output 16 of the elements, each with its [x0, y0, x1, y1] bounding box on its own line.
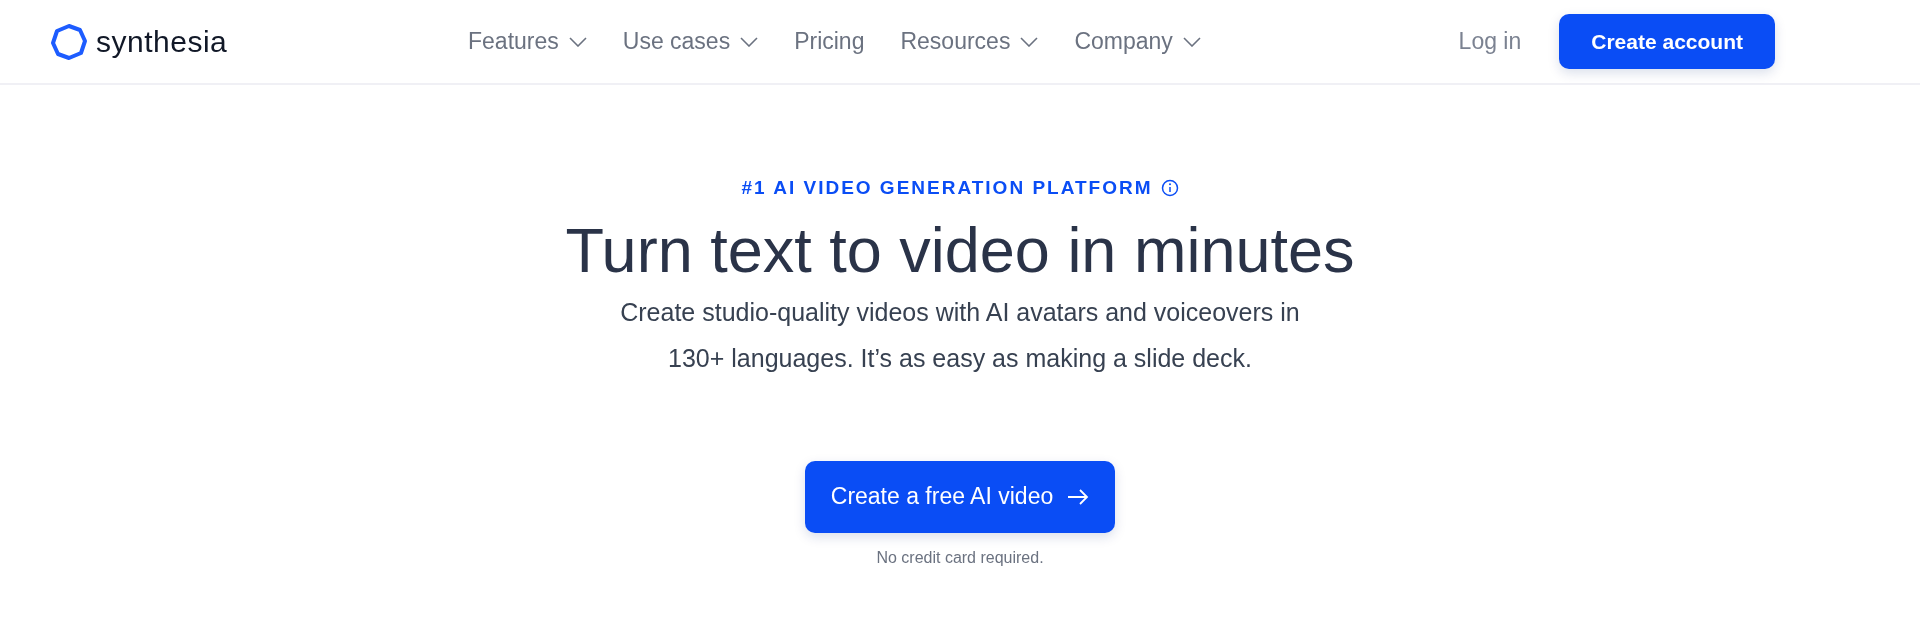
nav-link[interactable]: Resources: [900, 28, 1039, 55]
cta-button[interactable]: Create a free AI video: [804, 460, 1116, 533]
nav-link[interactable]: Use cases: [622, 28, 759, 55]
nav-link[interactable]: Pricing: [794, 28, 865, 55]
eyebrow-text: #1 AI VIDEO GENERATION PLATFORM: [741, 177, 1153, 199]
create-account-button[interactable]: Create account: [1559, 14, 1775, 69]
note-text: No credit card required.: [876, 548, 1044, 567]
hero-title: Turn text to video in minutes: [565, 214, 1355, 287]
nav-link[interactable]: Features: [468, 28, 587, 55]
login-link[interactable]: Log in: [1458, 28, 1522, 55]
logo-icon: [50, 22, 88, 61]
info-icon[interactable]: [1160, 179, 1179, 197]
nav-link[interactable]: Company: [1074, 28, 1201, 55]
hero-subtitle: Create studio-quality videos with AI avatars and voiceovers in 130+ languages. It’s as easy as making a slide deck.: [620, 296, 1300, 374]
arrow-right-icon: [1067, 488, 1090, 505]
brand-name[interactable]: synthesia: [96, 24, 228, 59]
